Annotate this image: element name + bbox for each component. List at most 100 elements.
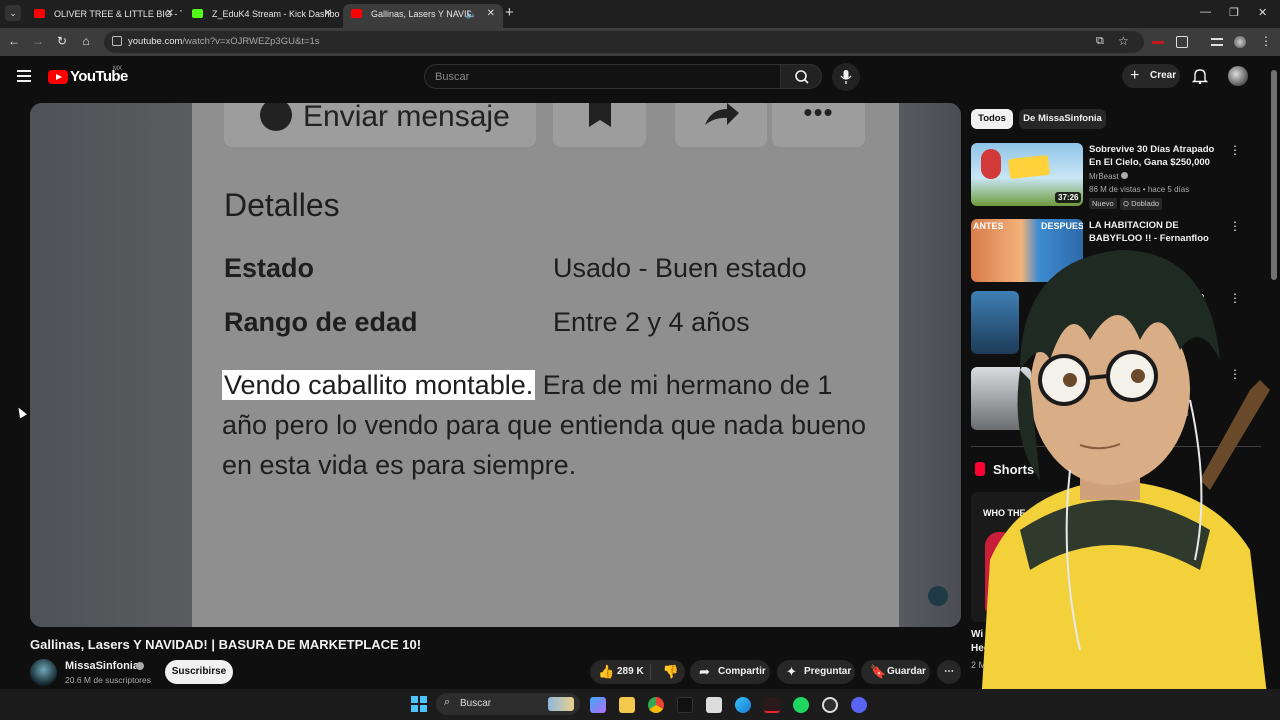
dislike-button[interactable]: 👎 <box>657 660 685 684</box>
channel-name[interactable]: MissaSinfonia <box>65 660 139 672</box>
extensions-puzzle-icon[interactable] <box>1176 36 1188 48</box>
youtube-logo-icon[interactable] <box>48 70 68 84</box>
file-explorer-icon[interactable] <box>619 697 635 713</box>
copilot-icon[interactable] <box>590 697 606 713</box>
ask-label: Preguntar <box>804 666 852 677</box>
recommendation-title[interactable]: Sobrevive 30 Días Atrapado En El Cielo, … <box>1089 143 1229 169</box>
dubbed-badge: ⛭ Doblado <box>1120 198 1163 210</box>
send-message-graphic: Enviar mensaje <box>224 103 536 147</box>
voice-search-button[interactable] <box>832 63 860 91</box>
more-dots-icon: ••• <box>803 103 834 127</box>
video-duration: 37:26 <box>1055 192 1082 203</box>
taskbar-app-icon[interactable] <box>764 697 780 713</box>
home-icon[interactable]: ⌂ <box>78 34 94 48</box>
address-bar[interactable]: youtube.com/watch?v=xOJRWEZp3GU&t=1s ⧉ ☆ <box>104 31 1144 53</box>
channel-avatar[interactable] <box>30 659 57 686</box>
tab-close-icon[interactable]: ✕ <box>324 4 332 24</box>
recommendation-meta: 86 M de vistas • hace 5 días <box>1089 185 1190 194</box>
age-range-value: Entre 2 y 4 años <box>553 307 750 337</box>
windows-start-icon[interactable] <box>411 696 427 712</box>
description-highlight: Vendo caballito montable. <box>222 370 536 400</box>
account-avatar[interactable] <box>1228 66 1248 86</box>
os-taskbar <box>0 689 1280 720</box>
save-label: Guardar <box>887 666 926 677</box>
maximize-button[interactable]: ❐ <box>1229 6 1239 19</box>
tab-gallinas-active[interactable]: Gallinas, Lasers Y NAVIDAD! 🔈 ✕ <box>343 4 503 28</box>
thumbnail-sign <box>1008 154 1050 180</box>
share-graphic <box>675 103 767 147</box>
share-button[interactable]: ➦ Compartir <box>690 660 770 684</box>
youtube-favicon-icon <box>34 9 45 18</box>
tab-label: OLIVER TREE & LITTLE BIG - TU <box>54 9 182 19</box>
reading-list-icon[interactable] <box>1211 38 1223 46</box>
video-player[interactable]: Enviar mensaje ••• Detalles Estado Usado… <box>30 103 961 627</box>
chrome-icon[interactable] <box>648 697 664 713</box>
search-icon <box>795 70 809 84</box>
verified-badge-icon <box>1121 172 1129 179</box>
search-button[interactable] <box>780 64 822 89</box>
channel-name[interactable]: MrBeast <box>1089 172 1119 181</box>
tab-search-button[interactable]: ⌄ <box>5 5 21 21</box>
capcut-icon[interactable] <box>706 697 722 713</box>
tab-label: Gallinas, Lasers Y NAVIDAD! <box>371 9 471 19</box>
site-info-icon[interactable] <box>112 36 122 46</box>
spotify-icon[interactable] <box>793 697 809 713</box>
tab-close-icon[interactable]: ✕ <box>166 4 174 24</box>
subscribe-button[interactable]: Suscribirse <box>165 660 233 684</box>
condition-value: Usado - Buen estado <box>553 253 807 283</box>
more-actions-button[interactable]: ⋯ <box>937 660 961 684</box>
url-text: youtube.com/watch?v=xOJRWEZp3GU&t=1s <box>128 36 320 47</box>
new-badge: Nuevo <box>1089 198 1117 209</box>
notifications-bell-icon[interactable] <box>1192 68 1208 84</box>
search-input[interactable]: Buscar <box>424 64 781 89</box>
tab-kick-dashboard[interactable]: Z_EduK4 Stream - Kick Dashbo ✕ <box>184 4 340 28</box>
taskbar-search[interactable]: ⌕ Buscar <box>436 693 580 715</box>
new-tab-button[interactable]: + <box>505 4 514 22</box>
browser-toolbar: ← → ↻ ⌂ youtube.com/watch?v=xOJRWEZp3GU&… <box>0 28 1280 56</box>
thumbs-down-icon: 👎 <box>662 664 680 679</box>
hamburger-menu-icon[interactable] <box>17 70 31 82</box>
tab-close-icon[interactable]: ✕ <box>487 4 495 24</box>
chip-all[interactable]: Todos <box>971 109 1013 129</box>
tiktok-icon[interactable] <box>677 697 693 713</box>
channel-watermark-icon[interactable] <box>928 586 948 606</box>
install-app-icon[interactable]: ⧉ <box>1096 35 1104 48</box>
messenger-icon <box>260 103 292 131</box>
share-label: Compartir <box>718 666 766 677</box>
audio-playing-icon[interactable]: 🔈 <box>466 4 477 24</box>
reload-icon[interactable]: ↻ <box>54 34 70 48</box>
obs-icon[interactable] <box>822 697 838 713</box>
age-range-label: Rango de edad <box>224 307 418 337</box>
back-arrow-icon[interactable]: ← <box>6 34 22 48</box>
sparkle-icon: ✦ <box>786 664 797 679</box>
bookmark-icon <box>589 103 611 127</box>
subscriber-count: 20.6 M de suscriptores <box>65 675 151 685</box>
video-title: Gallinas, Lasers Y NAVIDAD! | BASURA DE … <box>30 637 422 652</box>
screen: { "browser": { "tabs": [ {"label": "OLIV… <box>0 0 1280 720</box>
browser-menu-icon[interactable]: ⋮ <box>1258 34 1274 48</box>
recommendation-channel[interactable]: MrBeast <box>1089 172 1129 181</box>
search-placeholder: Buscar <box>435 71 470 83</box>
taskbar-search-label: Buscar <box>460 698 492 709</box>
share-icon: ➦ <box>699 664 710 679</box>
browser-tab-strip: ⌄ OLIVER TREE & LITTLE BIG - TU ✕ Z_EduK… <box>0 0 1280 28</box>
ask-button[interactable]: ✦ Preguntar <box>777 660 855 684</box>
chip-from-channel[interactable]: De MissaSinfonia <box>1019 109 1106 129</box>
edge-icon[interactable] <box>735 697 751 713</box>
close-window-button[interactable]: ✕ <box>1258 6 1267 19</box>
forward-arrow-icon[interactable]: → <box>30 34 46 48</box>
more-graphic: ••• <box>772 103 865 147</box>
more-vert-icon[interactable]: ⋮ <box>1229 143 1241 157</box>
profile-icon[interactable] <box>1234 36 1246 48</box>
bookmark-star-icon[interactable]: ☆ <box>1118 34 1129 48</box>
discord-icon[interactable] <box>851 697 867 713</box>
bookmark-icon: 🔖 <box>870 664 887 679</box>
save-button[interactable]: 🔖 Guardar <box>861 660 930 684</box>
marketplace-listing-frame: Enviar mensaje ••• Detalles Estado Usado… <box>192 103 899 627</box>
minimize-button[interactable]: — <box>1200 6 1211 18</box>
share-arrow-icon <box>705 103 739 125</box>
create-button[interactable]: + Crear <box>1122 64 1180 88</box>
extension-red-icon[interactable] <box>1152 41 1164 44</box>
tab-oliver-tree[interactable]: OLIVER TREE & LITTLE BIG - TU ✕ <box>26 4 182 28</box>
dubbed-label: Doblado <box>1131 199 1160 208</box>
